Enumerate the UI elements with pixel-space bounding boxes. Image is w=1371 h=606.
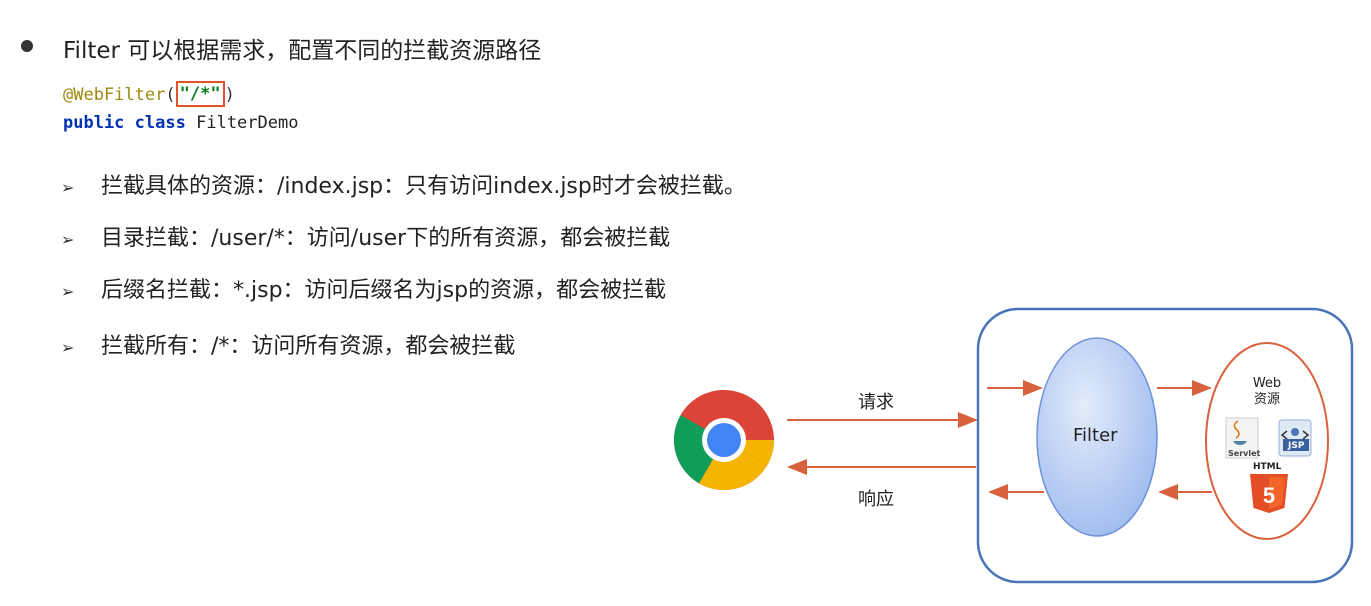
list-item-text: 后缀名拦截：*.jsp：访问后缀名为jsp的资源，都会被拦截 (101, 278, 667, 303)
arrow-bullet-icon: ➢ (61, 338, 75, 357)
page-heading: Filter 可以根据需求，配置不同的拦截资源路径 (63, 38, 542, 64)
bullet-dot (21, 40, 33, 52)
code-open-paren: ( (165, 85, 176, 105)
code-class-name: FilterDemo (196, 113, 299, 133)
request-label: 请求 (858, 392, 894, 413)
arrow-bullet-icon: ➢ (61, 178, 75, 197)
html5-icon: 5 (1250, 474, 1288, 513)
list-item: ➢ 目录拦截：/user/*：访问/user下的所有资源，都会被拦截 (61, 220, 670, 252)
web-label-line1: Web (1252, 376, 1282, 391)
code-close-paren: ) (224, 85, 235, 105)
filter-label: Filter (1073, 425, 1118, 446)
code-line-class: public class FilterDemo (63, 113, 298, 133)
response-label: 响应 (858, 489, 894, 510)
list-item: ➢ 拦截所有：/*：访问所有资源，都会被拦截 (61, 328, 515, 360)
highlight-box: "/*" (175, 81, 225, 107)
code-line-annotation: @WebFilter("/*") (63, 81, 235, 108)
html-label: HTML (1253, 462, 1282, 472)
web-label-line2: 资源 (1253, 392, 1280, 407)
code-keyword-class: class (134, 113, 186, 133)
list-item-text: 拦截所有：/*：访问所有资源，都会被拦截 (101, 334, 516, 359)
html5-badge: 5 (1263, 483, 1275, 508)
web-resources-ellipse (1205, 342, 1329, 540)
arrow-bullet-icon: ➢ (61, 230, 75, 249)
code-string-value: "/*" (179, 84, 221, 104)
arrow-bullet-icon: ➢ (61, 282, 75, 301)
list-item-text: 目录拦截：/user/*：访问/user下的所有资源，都会被拦截 (101, 226, 671, 251)
code-keyword-public: public (63, 113, 125, 133)
list-item: ➢ 拦截具体的资源：/index.jsp：只有访问index.jsp时才会被拦截。 (61, 168, 746, 200)
list-item: ➢ 后缀名拦截：*.jsp：访问后缀名为jsp的资源，都会被拦截 (61, 272, 666, 304)
jsp-label: JSP (1288, 441, 1305, 451)
chrome-icon (674, 390, 774, 490)
list-item-text: 拦截具体的资源：/index.jsp：只有访问index.jsp时才会被拦截。 (101, 174, 746, 199)
code-annotation: @WebFilter (63, 85, 166, 105)
web-resources-label: Web 资源 (1244, 376, 1290, 408)
servlet-label: Servlet (1228, 449, 1261, 458)
